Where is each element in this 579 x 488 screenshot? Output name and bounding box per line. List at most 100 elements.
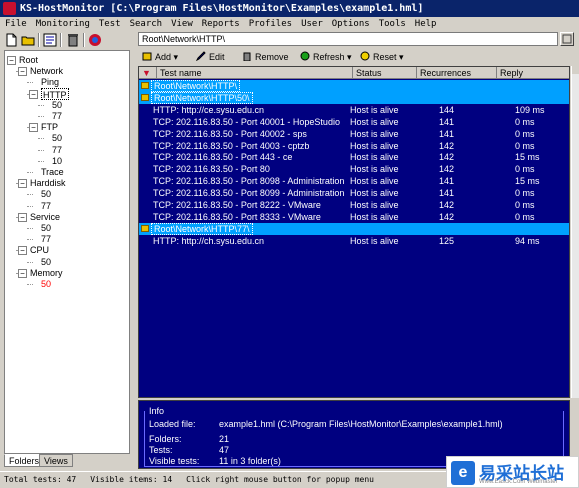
recurrences-cell: 141 [439, 176, 455, 187]
tree-item[interactable]: Network [30, 65, 63, 77]
tree-item[interactable]: 50 [41, 188, 51, 200]
tree-item[interactable]: HTTP [41, 87, 69, 100]
collapse-icon[interactable]: − [29, 89, 38, 99]
test-name-cell: HTTP: http://ce.sysu.edu.cn [153, 104, 265, 115]
menu-reports[interactable]: Reports [197, 17, 244, 31]
tree-item[interactable]: Harddisk [30, 177, 66, 189]
table-row[interactable]: TCP: 202.116.83.50 - Port 443 - ce Host i… [139, 151, 569, 163]
watermark-subtext: Www.Easck.Com Webmaster [479, 479, 558, 485]
remove-button[interactable]: Remove [242, 51, 289, 63]
collapse-icon[interactable]: − [29, 123, 38, 133]
table-row[interactable]: TCP: 202.116.83.50 - Port 40002 - sps Hos… [139, 128, 569, 140]
path-field[interactable] [138, 32, 558, 46]
table-row[interactable]: TCP: 202.116.83.50 - Port 8098 - Adminis… [139, 175, 569, 187]
folder-path: Root\Network\HTTP\50\ [151, 91, 253, 104]
trash-icon[interactable] [66, 33, 80, 47]
collapse-icon[interactable]: − [18, 246, 27, 256]
tree-item[interactable]: Trace [41, 166, 64, 178]
open-folder-icon[interactable] [21, 33, 35, 47]
menu-monitoring[interactable]: Monitoring [31, 17, 94, 31]
collapse-icon[interactable]: − [18, 67, 27, 77]
folder-row[interactable]: Root\Network\HTTP\50\ [139, 91, 569, 104]
tree-item[interactable]: Root [19, 54, 38, 66]
column-status[interactable]: Status [353, 67, 417, 79]
refresh-button[interactable]: Refresh ▾ [300, 51, 352, 63]
new-file-icon[interactable] [4, 33, 18, 47]
table-row[interactable]: TCP: 202.116.83.50 - Port 40001 - HopeSt… [139, 116, 569, 128]
monitor-icon[interactable] [88, 33, 102, 47]
recurrences-cell: 125 [439, 235, 455, 246]
table-row[interactable]: HTTP: http://ce.sysu.edu.cn Host is alive… [139, 104, 569, 116]
column-test-name[interactable]: Test name [157, 67, 353, 79]
tree-item[interactable]: 77 [41, 200, 51, 212]
collapse-icon[interactable]: − [18, 179, 27, 189]
tree-item[interactable]: Ping [41, 76, 59, 88]
recurrences-cell: 142 [439, 140, 455, 151]
table-row[interactable]: TCP: 202.116.83.50 - Port 4003 - cptzb Ho… [139, 140, 569, 152]
reply-cell: 94 ms [515, 235, 540, 246]
folder-row[interactable]: Root\Network\HTTP\77\ [139, 222, 569, 235]
sort-icon[interactable]: ▼ [139, 67, 157, 79]
tree-item[interactable]: 50 [41, 222, 51, 234]
menu-test[interactable]: Test [94, 17, 125, 31]
tree-item[interactable]: 50 [41, 256, 51, 268]
reply-cell: 0 ms [515, 128, 535, 139]
recurrences-cell: 141 [439, 116, 455, 127]
table-row[interactable]: TCP: 202.116.83.50 - Port 8099 - Adminis… [139, 187, 569, 199]
list-scrollbar[interactable] [571, 66, 579, 398]
menu-profiles[interactable]: Profiles [244, 17, 296, 31]
folders-label: Folders: [149, 434, 182, 444]
tree-item[interactable]: FTP [41, 121, 58, 133]
tests-value: 47 [219, 445, 230, 455]
menu-file[interactable]: File [0, 17, 31, 31]
menu-options[interactable]: Options [327, 17, 374, 31]
path-browse-button[interactable] [560, 32, 574, 46]
reset-button[interactable]: Reset ▾ [360, 51, 404, 63]
info-legend: Info [149, 406, 165, 416]
folder-tree[interactable]: − Root − Network Ping − HTTP 50 77− FTP 50 77 10 Trac… [4, 50, 130, 454]
edit-button[interactable]: Edit [195, 51, 225, 63]
tab-views[interactable]: Views [39, 454, 73, 467]
menu-user[interactable]: User [296, 17, 327, 31]
loaded-file-label: Loaded file: [149, 419, 196, 429]
menu-search[interactable]: Search [125, 17, 167, 31]
recurrences-cell: 142 [439, 200, 455, 210]
table-row[interactable]: TCP: 202.116.83.50 - Port 8333 - VMware H… [139, 211, 569, 223]
collapse-icon[interactable]: − [7, 56, 16, 65]
tree-item[interactable]: 77 [41, 233, 51, 245]
scroll-up-button[interactable] [572, 66, 579, 74]
test-name-cell: TCP: 202.116.83.50 - Port 443 - ce [153, 152, 293, 163]
status-hint: Click right mouse button for popup menu [186, 475, 374, 484]
remove-label: Remove [255, 52, 289, 62]
column-reply[interactable]: Reply [497, 67, 569, 79]
tree-item[interactable]: Memory [30, 267, 63, 279]
menu-view[interactable]: View [166, 17, 197, 31]
toolbar-separator [83, 33, 85, 47]
tree-connector [38, 104, 44, 106]
properties-icon[interactable] [43, 33, 57, 47]
reply-cell: 0 ms [515, 188, 535, 199]
menu-tools[interactable]: Tools [374, 17, 410, 31]
table-row[interactable]: TCP: 202.116.83.50 - Port 8222 - VMware H… [139, 199, 569, 211]
tree-item[interactable]: 50 [52, 132, 62, 144]
status-visible: Visible items: 14 [90, 475, 173, 484]
folder-row[interactable]: Root\Network\HTTP\ [139, 80, 569, 92]
tree-item[interactable]: Service [30, 211, 60, 223]
test-list[interactable]: ▼ Test name Status Recurrences Reply Roo… [138, 66, 570, 398]
tree-connector [27, 239, 33, 241]
tree-item[interactable]: 10 [52, 155, 62, 167]
table-row[interactable]: TCP: 202.116.83.50 - Port 80 Host is aliv… [139, 163, 569, 175]
collapse-icon[interactable]: − [18, 268, 27, 278]
tree-item[interactable]: 77 [52, 144, 62, 156]
add-button[interactable]: Add ▾ [142, 51, 178, 63]
tree-item[interactable]: CPU [30, 244, 49, 256]
tree-item[interactable]: 77 [52, 110, 62, 122]
table-row[interactable]: HTTP: http://ch.sysu.edu.cn Host is alive… [139, 235, 569, 247]
menu-help[interactable]: Help [410, 17, 441, 31]
tree-item[interactable]: 50 [52, 99, 62, 111]
tab-folders[interactable]: Folders [4, 454, 45, 467]
tree-item[interactable]: 50 [41, 278, 51, 290]
collapse-icon[interactable]: − [18, 212, 27, 222]
recurrences-cell: 144 [439, 104, 455, 115]
column-recurrences[interactable]: Recurrences [417, 67, 497, 79]
